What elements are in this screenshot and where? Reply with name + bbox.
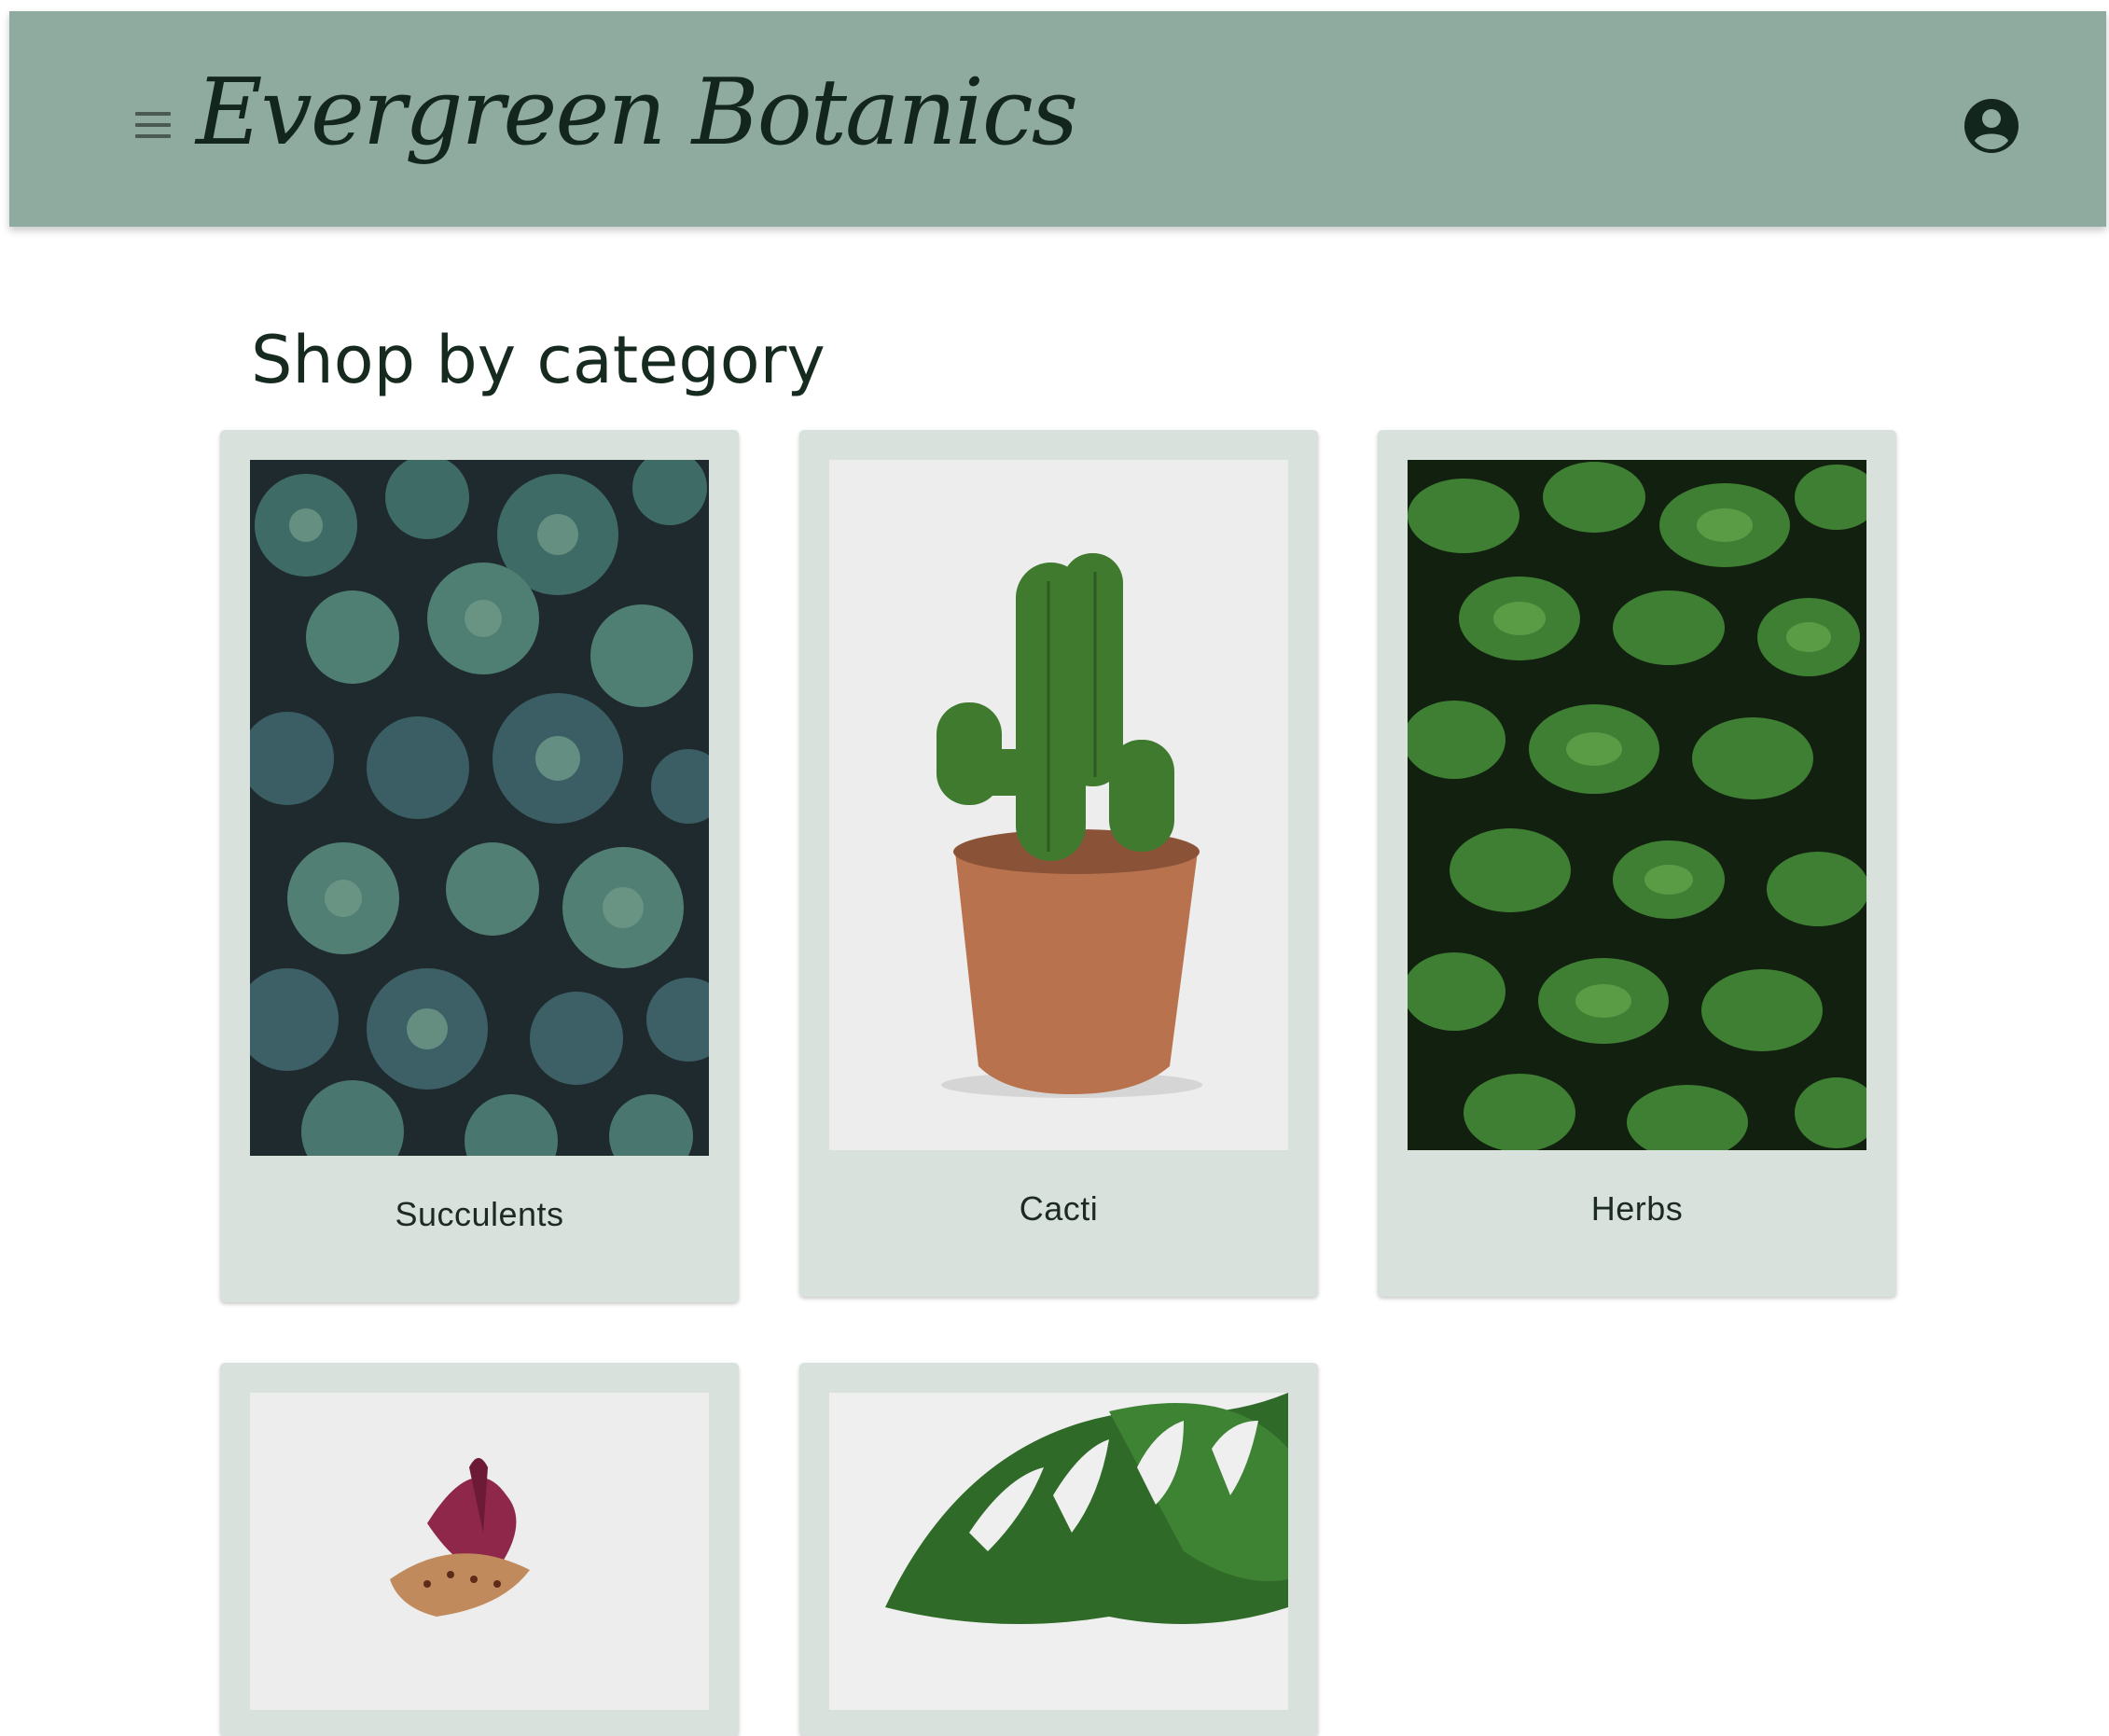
category-label: Herbs bbox=[1590, 1189, 1684, 1228]
category-card-herbs[interactable]: Herbs bbox=[1378, 430, 1896, 1297]
category-card-cacti[interactable]: Cacti bbox=[799, 430, 1318, 1297]
hamburger-menu-icon[interactable] bbox=[133, 112, 173, 144]
succulents-image bbox=[250, 460, 709, 1156]
orchid-image bbox=[250, 1393, 709, 1710]
herbs-image bbox=[1408, 460, 1866, 1150]
category-card-houseplants[interactable] bbox=[799, 1363, 1318, 1736]
category-label: Cacti bbox=[1019, 1189, 1099, 1228]
app-bar: Evergreen Botanics bbox=[9, 11, 2106, 227]
category-card-succulents[interactable]: Succulents bbox=[220, 430, 739, 1302]
section-title: Shop by category bbox=[251, 322, 826, 398]
category-card-orchids[interactable] bbox=[220, 1363, 739, 1736]
category-label: Succulents bbox=[395, 1195, 564, 1233]
account-circle-icon[interactable] bbox=[1963, 97, 2020, 155]
cacti-image bbox=[829, 460, 1288, 1150]
monstera-image bbox=[829, 1393, 1288, 1710]
brand-logo[interactable]: Evergreen Botanics bbox=[196, 60, 1078, 166]
